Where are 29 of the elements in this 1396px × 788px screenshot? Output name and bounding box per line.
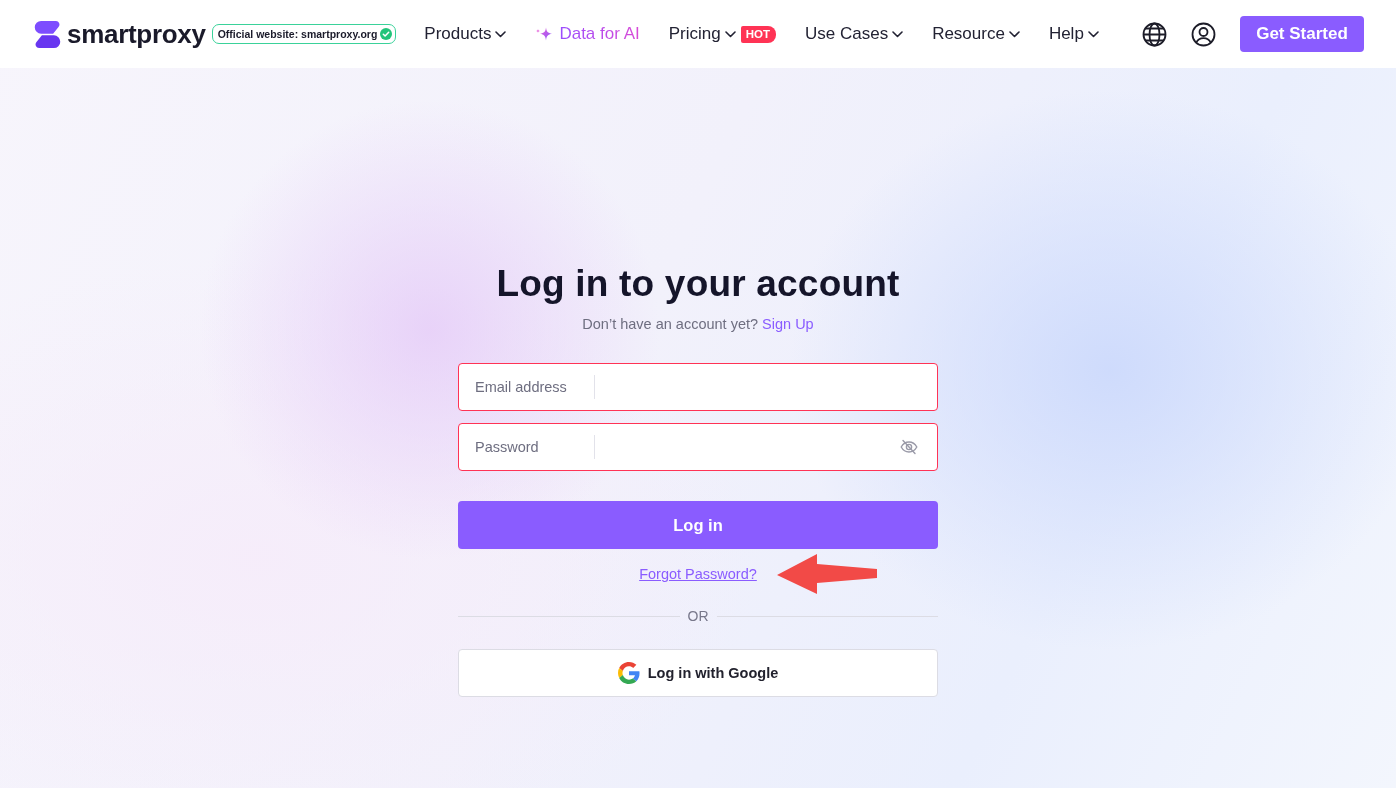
forgot-password-link[interactable]: Forgot Password? <box>639 566 757 582</box>
chevron-down-icon <box>724 30 736 38</box>
nav-link[interactable]: Use Cases <box>805 24 904 44</box>
chevron-down-icon <box>1008 30 1020 38</box>
chevron-down-icon <box>1087 30 1099 38</box>
eye-slash-icon[interactable] <box>900 439 918 455</box>
nav-link[interactable]: Resource <box>932 24 1020 44</box>
official-site-text: Official website: smartproxy.org <box>217 28 378 40</box>
sign-up-link[interactable]: Sign Up <box>762 316 814 332</box>
globe-icon[interactable] <box>1142 21 1167 47</box>
chevron-down-icon <box>892 30 904 38</box>
nav-link[interactable]: Help <box>1048 24 1099 44</box>
google-login-button[interactable]: Log in with Google <box>458 649 938 697</box>
login-button[interactable]: Log in <box>458 501 938 549</box>
logo-icon[interactable] <box>34 19 61 49</box>
logo-text[interactable]: smartproxy <box>67 18 206 50</box>
nav-link[interactable]: Pricing <box>668 24 736 44</box>
get-started-button[interactable]: Get Started <box>1240 16 1364 52</box>
divider-label: OR <box>687 608 709 624</box>
password-field[interactable]: Password <box>458 423 938 471</box>
signup-prompt: Don’t have an account yet? Sign Up <box>581 315 815 334</box>
page-title: Log in to your account <box>495 262 901 306</box>
google-icon <box>617 662 640 684</box>
chevron-down-icon <box>495 30 507 38</box>
hot-label: HOT <box>740 25 776 43</box>
email-field[interactable]: Email address <box>458 363 938 411</box>
user-icon[interactable] <box>1191 21 1216 47</box>
arrow-icon <box>777 553 877 595</box>
nav-link[interactable]: Products <box>424 24 507 44</box>
